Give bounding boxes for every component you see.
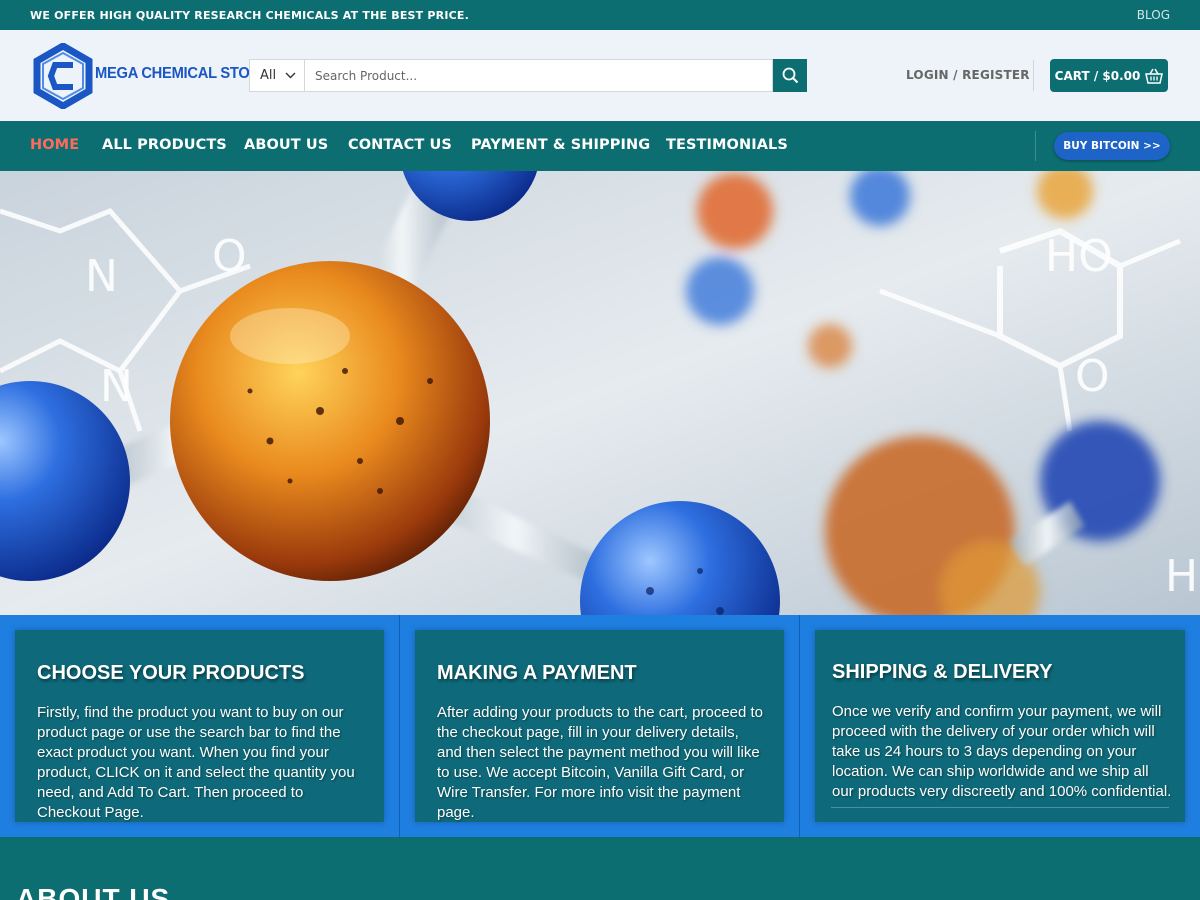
svg-text:O: O	[212, 231, 247, 282]
header: MEGA CHEMICAL STORE All LOGIN / REGISTER…	[0, 30, 1200, 121]
blog-link[interactable]: BLOG	[1137, 8, 1170, 22]
promo-text: WE OFFER HIGH QUALITY RESEARCH CHEMICALS…	[30, 8, 469, 22]
search-button[interactable]	[773, 59, 807, 92]
nav-item-home[interactable]: HOME	[30, 137, 79, 153]
search-icon	[782, 67, 798, 84]
main-nav: HOME ALL PRODUCTS ABOUT US CONTACT US PA…	[0, 121, 1200, 171]
buy-bitcoin-button[interactable]: BUY BITCOIN >>	[1054, 132, 1170, 160]
feature-text: Once we verify and confirm your payment,…	[832, 703, 1172, 800]
search-input[interactable]	[304, 59, 773, 92]
feature-title: SHIPPING & DELIVERY	[832, 661, 1053, 683]
svg-text:O: O	[1075, 351, 1110, 402]
about-heading: ABOUT US	[16, 883, 171, 900]
login-register-link[interactable]: LOGIN / REGISTER	[906, 68, 1030, 82]
feature-text: Firstly, find the product you want to bu…	[37, 704, 355, 821]
nav-item-about-us[interactable]: ABOUT US	[244, 137, 328, 153]
search-category-select[interactable]: All	[249, 59, 304, 92]
nav-item-all-products[interactable]: ALL PRODUCTS	[102, 137, 227, 153]
about-section: ABOUT US	[0, 837, 1200, 900]
molecule-illustration: N N O HO O H	[0, 171, 1200, 615]
feature-divider	[831, 807, 1169, 808]
nav-item-testimonials[interactable]: TESTIMONIALS	[666, 137, 788, 153]
header-divider	[1033, 60, 1034, 91]
svg-text:N: N	[85, 251, 118, 302]
feature-column: CHOOSE YOUR PRODUCTS Firstly, find the p…	[0, 615, 400, 837]
feature-card-shipping-delivery: SHIPPING & DELIVERY Once we verify and c…	[815, 630, 1185, 822]
nav-item-contact-us[interactable]: CONTACT US	[348, 137, 452, 153]
hero-banner-image: N N O HO O H	[0, 171, 1200, 615]
feature-card-choose-products: CHOOSE YOUR PRODUCTS Firstly, find the p…	[15, 630, 384, 822]
nav-item-payment-shipping[interactable]: PAYMENT & SHIPPING	[471, 137, 650, 153]
feature-title: MAKING A PAYMENT	[437, 662, 637, 684]
feature-title: CHOOSE YOUR PRODUCTS	[37, 662, 305, 684]
site-logo[interactable]: MEGA CHEMICAL STORE	[33, 43, 270, 109]
top-bar: WE OFFER HIGH QUALITY RESEARCH CHEMICALS…	[0, 0, 1200, 30]
feature-text: After adding your products to the cart, …	[437, 704, 764, 821]
basket-icon	[1145, 68, 1164, 84]
feature-column: SHIPPING & DELIVERY Once we verify and c…	[800, 615, 1200, 837]
feature-card-making-payment: MAKING A PAYMENT After adding your produ…	[415, 630, 784, 822]
cart-label: CART / $0.00	[1054, 68, 1141, 83]
logo-hexagon-icon	[33, 43, 93, 109]
feature-column: MAKING A PAYMENT After adding your produ…	[400, 615, 800, 837]
nav-divider	[1035, 131, 1036, 161]
search-category-value: All	[260, 68, 277, 83]
svg-text:H: H	[1165, 551, 1198, 602]
features-section: CHOOSE YOUR PRODUCTS Firstly, find the p…	[0, 615, 1200, 837]
logo-text: MEGA CHEMICAL STORE	[95, 65, 270, 82]
svg-text:N: N	[100, 361, 133, 412]
cart-button[interactable]: CART / $0.00	[1050, 59, 1168, 92]
svg-text:HO: HO	[1045, 231, 1113, 282]
chevron-down-icon	[285, 72, 296, 79]
